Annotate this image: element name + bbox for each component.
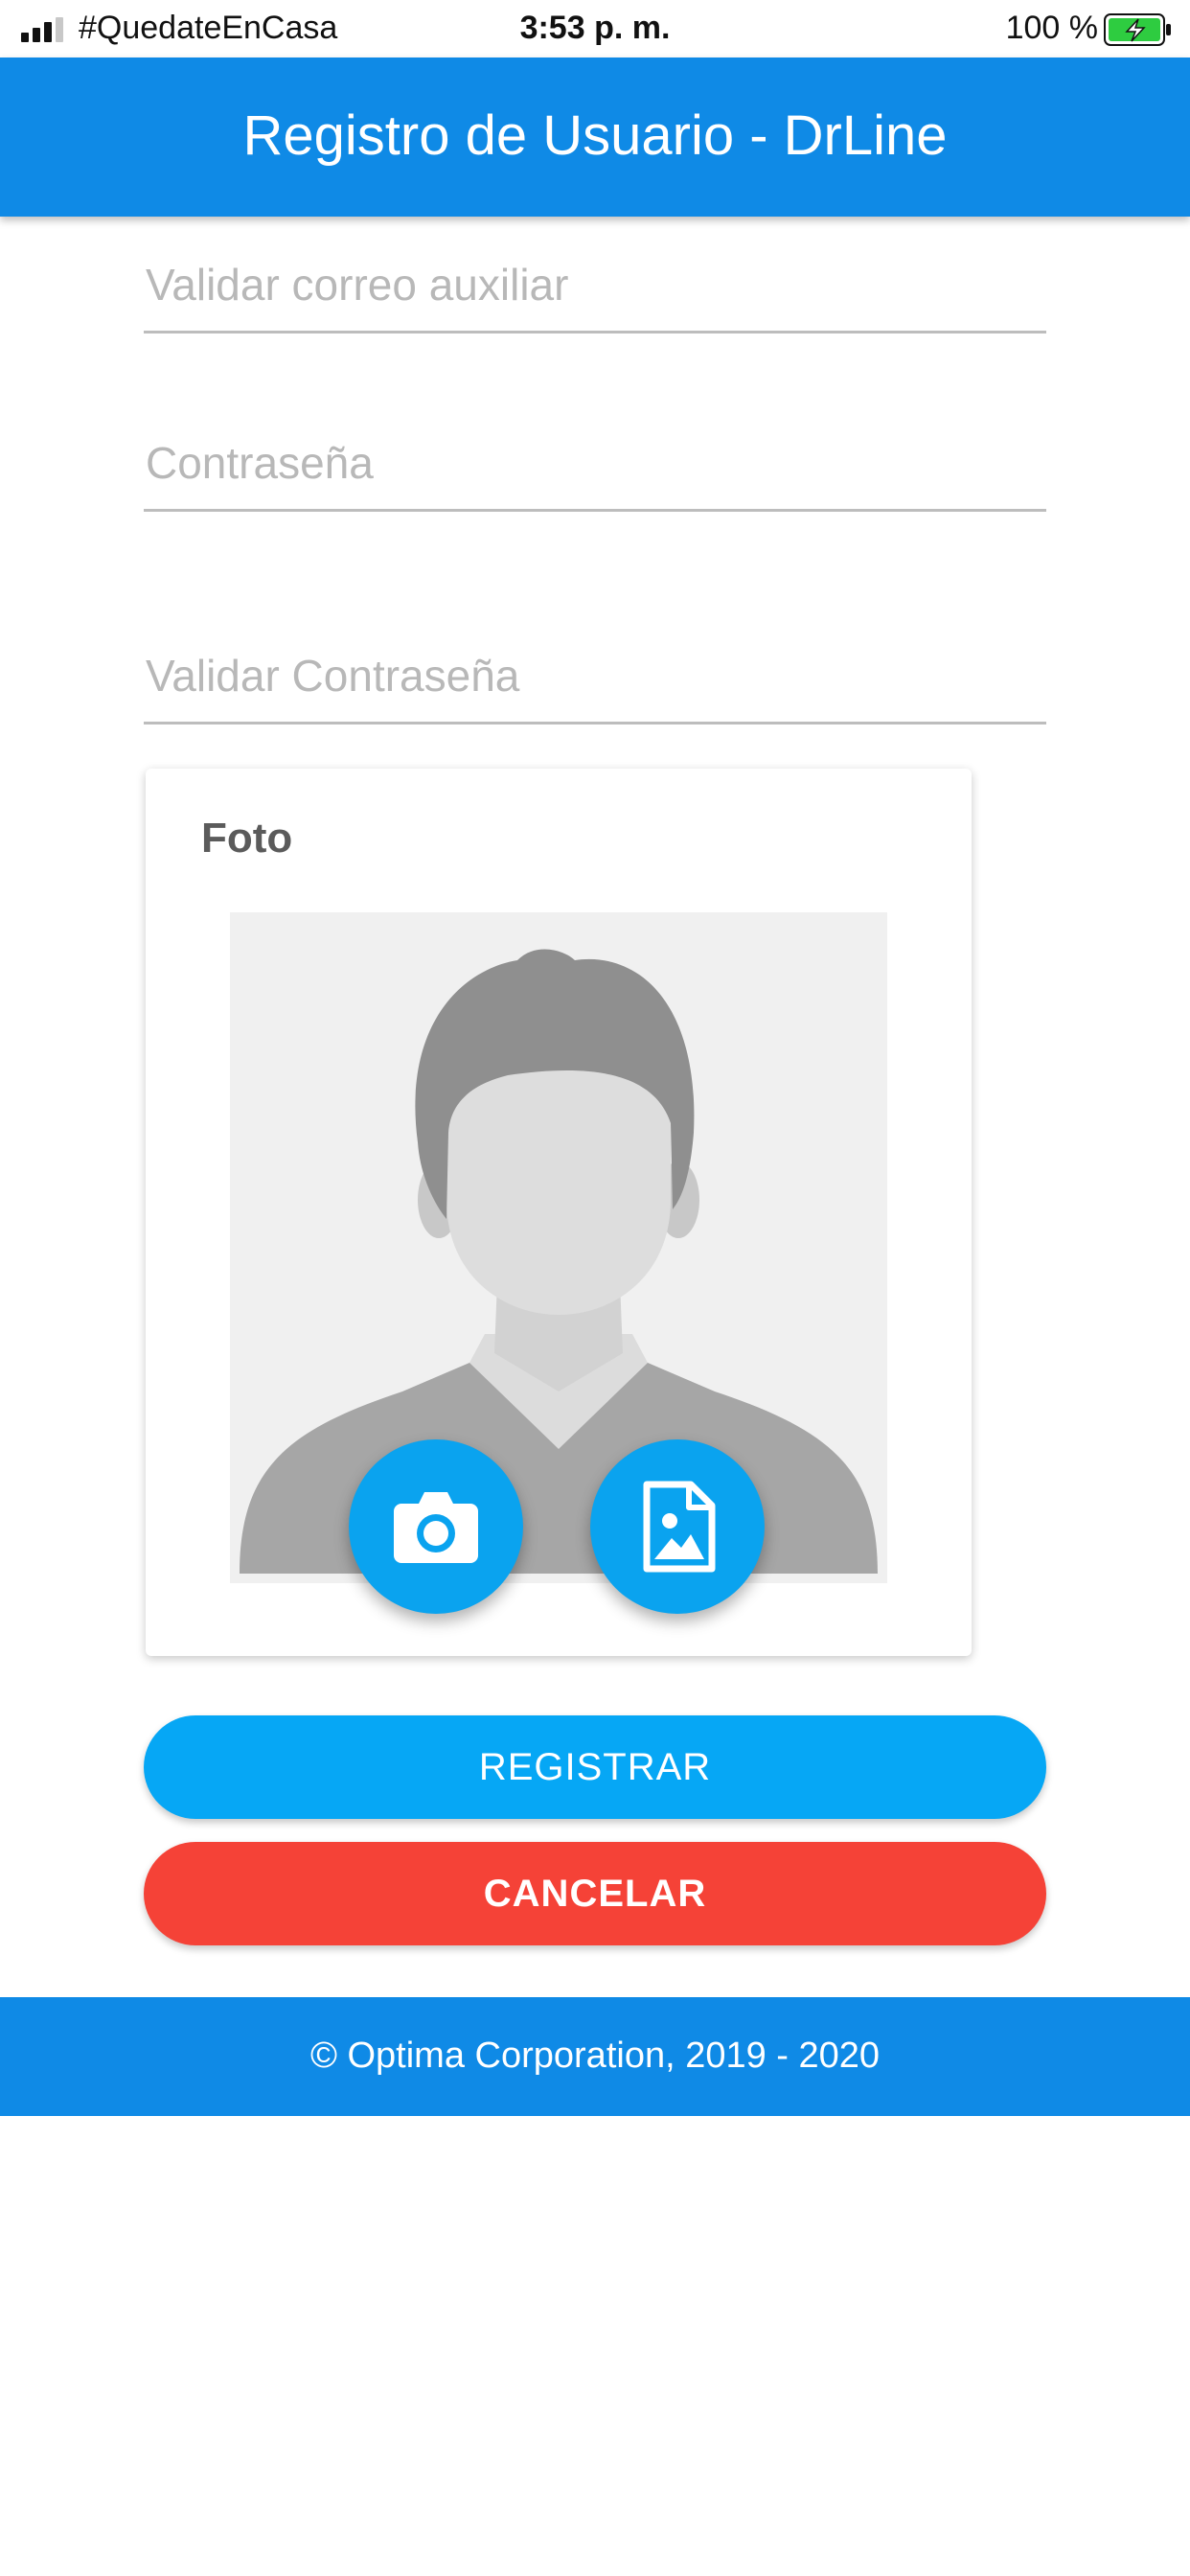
battery-percentage: 100 % <box>1005 10 1098 46</box>
password-placeholder: Contraseña <box>146 438 374 488</box>
password-confirm-input[interactable]: Validar Contraseña <box>144 650 1046 724</box>
photo-label: Foto <box>201 815 293 862</box>
copyright-text: © Optima Corporation, 2019 - 2020 <box>309 2036 881 2076</box>
person-silhouette-icon <box>230 912 887 1583</box>
take-photo-button[interactable] <box>349 1439 523 1614</box>
footer: © Optima Corporation, 2019 - 2020 <box>0 1997 1190 2116</box>
register-button[interactable]: REGISTRAR <box>144 1715 1046 1819</box>
avatar-placeholder <box>230 912 887 1583</box>
photo-card: Foto <box>146 769 972 1656</box>
battery-charging-icon <box>1104 13 1171 46</box>
cancel-button[interactable]: CANCELAR <box>144 1842 1046 1945</box>
status-bar: #QuedateEnCasa 3:53 p. m. 100 % <box>0 0 1190 58</box>
password-input[interactable]: Contraseña <box>144 437 1046 512</box>
aux-email-confirm-input[interactable]: Validar correo auxiliar <box>144 259 1046 334</box>
app-bar: Registro de Usuario - DrLine <box>0 58 1190 217</box>
image-file-icon <box>643 1481 716 1573</box>
page-title: Registro de Usuario - DrLine <box>242 104 948 167</box>
input-underline <box>144 722 1046 724</box>
aux-email-confirm-placeholder: Validar correo auxiliar <box>146 260 569 310</box>
camera-icon <box>394 1492 478 1563</box>
password-confirm-placeholder: Validar Contraseña <box>146 651 520 701</box>
input-underline <box>144 331 1046 334</box>
choose-image-button[interactable] <box>590 1439 765 1614</box>
input-underline <box>144 509 1046 512</box>
